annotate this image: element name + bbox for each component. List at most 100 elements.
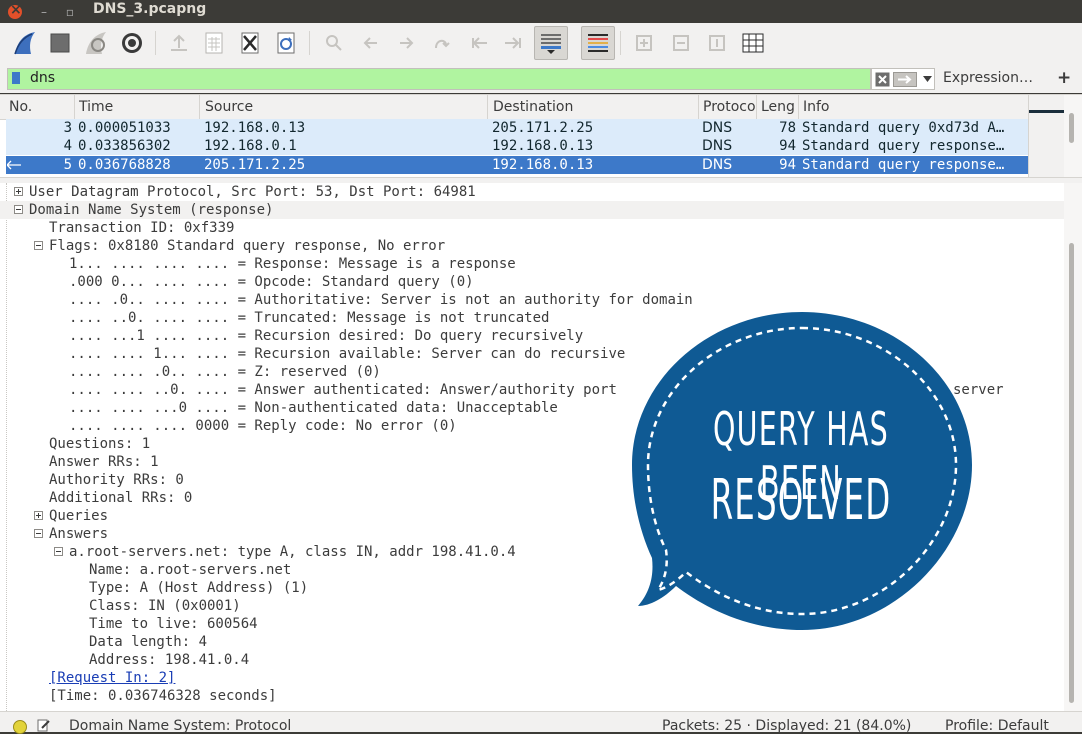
restart-fin-icon[interactable] (80, 27, 112, 59)
answer-name[interactable]: Name: a.root-servers.net (89, 561, 291, 579)
request-in-link[interactable]: [Request In: 2] (49, 669, 175, 687)
flag-opcode[interactable]: .000 0... .... .... = Opcode: Standard q… (69, 273, 474, 291)
gear-options-icon[interactable] (116, 27, 148, 59)
flag-z-reserved[interactable]: .... .... .0.. .... = Z: reserved (0) (69, 363, 381, 381)
colorize-icon[interactable] (581, 26, 615, 60)
packet-row[interactable]: 3 0.000051033 192.168.0.13 205.171.2.25 … (6, 119, 1028, 137)
display-filter-bar: dns Expression… + (0, 65, 1082, 93)
answer-class[interactable]: Class: IN (0x0001) (89, 597, 241, 615)
packet-list-header: No. Time Source Destination Protoco Leng… (0, 95, 1028, 120)
packet-length: 78 (779, 120, 796, 136)
collapse-toggle-icon[interactable] (54, 547, 63, 556)
status-protocol-text: Domain Name System: Protocol (69, 718, 292, 734)
clear-filter-icon[interactable] (875, 72, 890, 87)
tree-item-answers[interactable]: Answers (49, 525, 108, 543)
packet-time: 0.036768828 (78, 157, 171, 173)
packet-destination: 192.168.0.13 (492, 157, 594, 173)
column-header-no[interactable]: No. (9, 99, 69, 115)
answer-type[interactable]: Type: A (Host Address) (1) (89, 579, 308, 597)
flag-recursion-desired[interactable]: .... ...1 .... .... = Recursion desired:… (69, 327, 583, 345)
tree-item-answer-record[interactable]: a.root-servers.net: type A, class IN, ad… (69, 543, 516, 561)
close-file-icon[interactable] (234, 27, 266, 59)
shark-fin-start-icon[interactable] (9, 27, 41, 59)
bookmark-icon[interactable] (12, 72, 20, 84)
minimize-window-button[interactable]: – (37, 5, 51, 19)
tree-item-transaction-id[interactable]: Transaction ID: 0xf339 (49, 219, 234, 237)
collapse-toggle-icon[interactable] (34, 241, 43, 250)
packet-info: Standard query response… (802, 138, 1005, 154)
packet-destination: 192.168.0.13 (492, 138, 594, 154)
flag-recursion-available[interactable]: .... .... 1... .... = Recursion availabl… (69, 345, 625, 363)
answer-ttl[interactable]: Time to live: 600564 (89, 615, 258, 633)
tree-item-authority-rrs[interactable]: Authority RRs: 0 (49, 471, 184, 489)
packet-row-selected[interactable]: 5 0.036768828 205.171.2.25 192.168.0.13 … (6, 156, 1028, 174)
search-icon[interactable] (318, 27, 350, 59)
stop-square-icon[interactable] (44, 27, 76, 59)
packet-list-scrollbar[interactable] (1064, 95, 1082, 178)
zoom-in-icon[interactable] (628, 27, 660, 59)
go-to-packet-icon[interactable] (425, 27, 457, 59)
column-header-length[interactable]: Leng (761, 99, 797, 115)
last-packet-icon[interactable] (497, 27, 529, 59)
resize-columns-icon[interactable] (737, 27, 769, 59)
maximize-window-button[interactable]: ▫ (63, 5, 77, 19)
expert-info-icon[interactable] (13, 720, 27, 734)
tree-item-additional-rrs[interactable]: Additional RRs: 0 (49, 489, 192, 507)
tree-item-udp[interactable]: User Datagram Protocol, Src Port: 53, Ds… (29, 183, 476, 201)
zoom-out-icon[interactable] (665, 27, 697, 59)
tree-item-queries[interactable]: Queries (49, 507, 108, 525)
go-back-icon[interactable] (355, 27, 387, 59)
add-filter-button[interactable]: + (1057, 68, 1071, 88)
response-time[interactable]: [Time: 0.036746328 seconds] (49, 687, 277, 705)
expression-button[interactable]: Expression… (943, 70, 1033, 86)
expand-toggle-icon[interactable] (14, 187, 23, 196)
flag-answer-authenticated[interactable]: .... .... ..0. .... = Answer authenticat… (69, 381, 617, 399)
expand-toggle-icon[interactable] (34, 511, 43, 520)
tree-item-flags[interactable]: Flags: 0x8180 Standard query response, N… (49, 237, 445, 255)
tree-item-dns[interactable]: Domain Name System (response) (29, 201, 273, 219)
packet-minimap[interactable] (1028, 95, 1065, 178)
column-header-info[interactable]: Info (803, 99, 1003, 115)
column-header-source[interactable]: Source (205, 99, 485, 115)
answer-address[interactable]: Address: 198.41.0.4 (89, 651, 249, 669)
column-header-protocol[interactable]: Protoco (703, 99, 755, 115)
go-forward-icon[interactable] (390, 27, 422, 59)
flag-response[interactable]: 1... .... .... .... = Response: Message … (69, 255, 516, 273)
tree-item-questions[interactable]: Questions: 1 (49, 435, 150, 453)
status-profile-text[interactable]: Profile: Default (945, 718, 1049, 734)
collapse-toggle-icon[interactable] (34, 529, 43, 538)
reload-icon[interactable] (270, 27, 302, 59)
filter-tools (871, 68, 935, 90)
packet-time: 0.033856302 (78, 138, 171, 154)
column-header-time[interactable]: Time (79, 99, 194, 115)
flag-authoritative[interactable]: .... .0.. .... .... = Authoritative: Ser… (69, 291, 693, 309)
filter-value[interactable]: dns (30, 70, 55, 86)
flag-reply-code[interactable]: .... .... .... 0000 = Reply code: No err… (69, 417, 457, 435)
file-grid-icon[interactable] (198, 27, 230, 59)
column-header-destination[interactable]: Destination (493, 99, 693, 115)
packet-time: 0.000051033 (78, 120, 171, 136)
open-folder-icon[interactable] (163, 27, 195, 59)
normal-size-icon[interactable] (701, 27, 733, 59)
packet-list: No. Time Source Destination Protoco Leng… (0, 94, 1082, 178)
first-packet-icon[interactable] (463, 27, 495, 59)
close-window-button[interactable] (8, 2, 22, 19)
packet-protocol: DNS (702, 138, 733, 154)
window-title: DNS_3.pcapng (93, 1, 207, 17)
apply-filter-icon[interactable] (893, 72, 917, 87)
answer-data-length[interactable]: Data length: 4 (89, 633, 207, 651)
packet-destination: 205.171.2.25 (492, 120, 594, 136)
status-packets-text: Packets: 25 · Displayed: 21 (84.0%) (662, 718, 912, 734)
flag-non-authenticated[interactable]: .... .... ...0 .... = Non-authenticated … (69, 399, 558, 417)
display-filter-input[interactable]: dns (7, 68, 871, 90)
autoscroll-icon[interactable] (534, 26, 568, 60)
chevron-down-icon[interactable] (923, 76, 932, 82)
packet-row[interactable]: 4 0.033856302 192.168.0.1 192.168.0.13 D… (6, 137, 1028, 155)
details-scrollbar[interactable] (1064, 183, 1082, 711)
edit-comment-icon[interactable] (37, 718, 51, 732)
packet-protocol: DNS (702, 120, 733, 136)
collapse-toggle-icon[interactable] (14, 205, 23, 214)
packet-source: 192.168.0.13 (204, 120, 306, 136)
tree-item-answer-rrs[interactable]: Answer RRs: 1 (49, 453, 159, 471)
flag-truncated[interactable]: .... ..0. .... .... = Truncated: Message… (69, 309, 549, 327)
